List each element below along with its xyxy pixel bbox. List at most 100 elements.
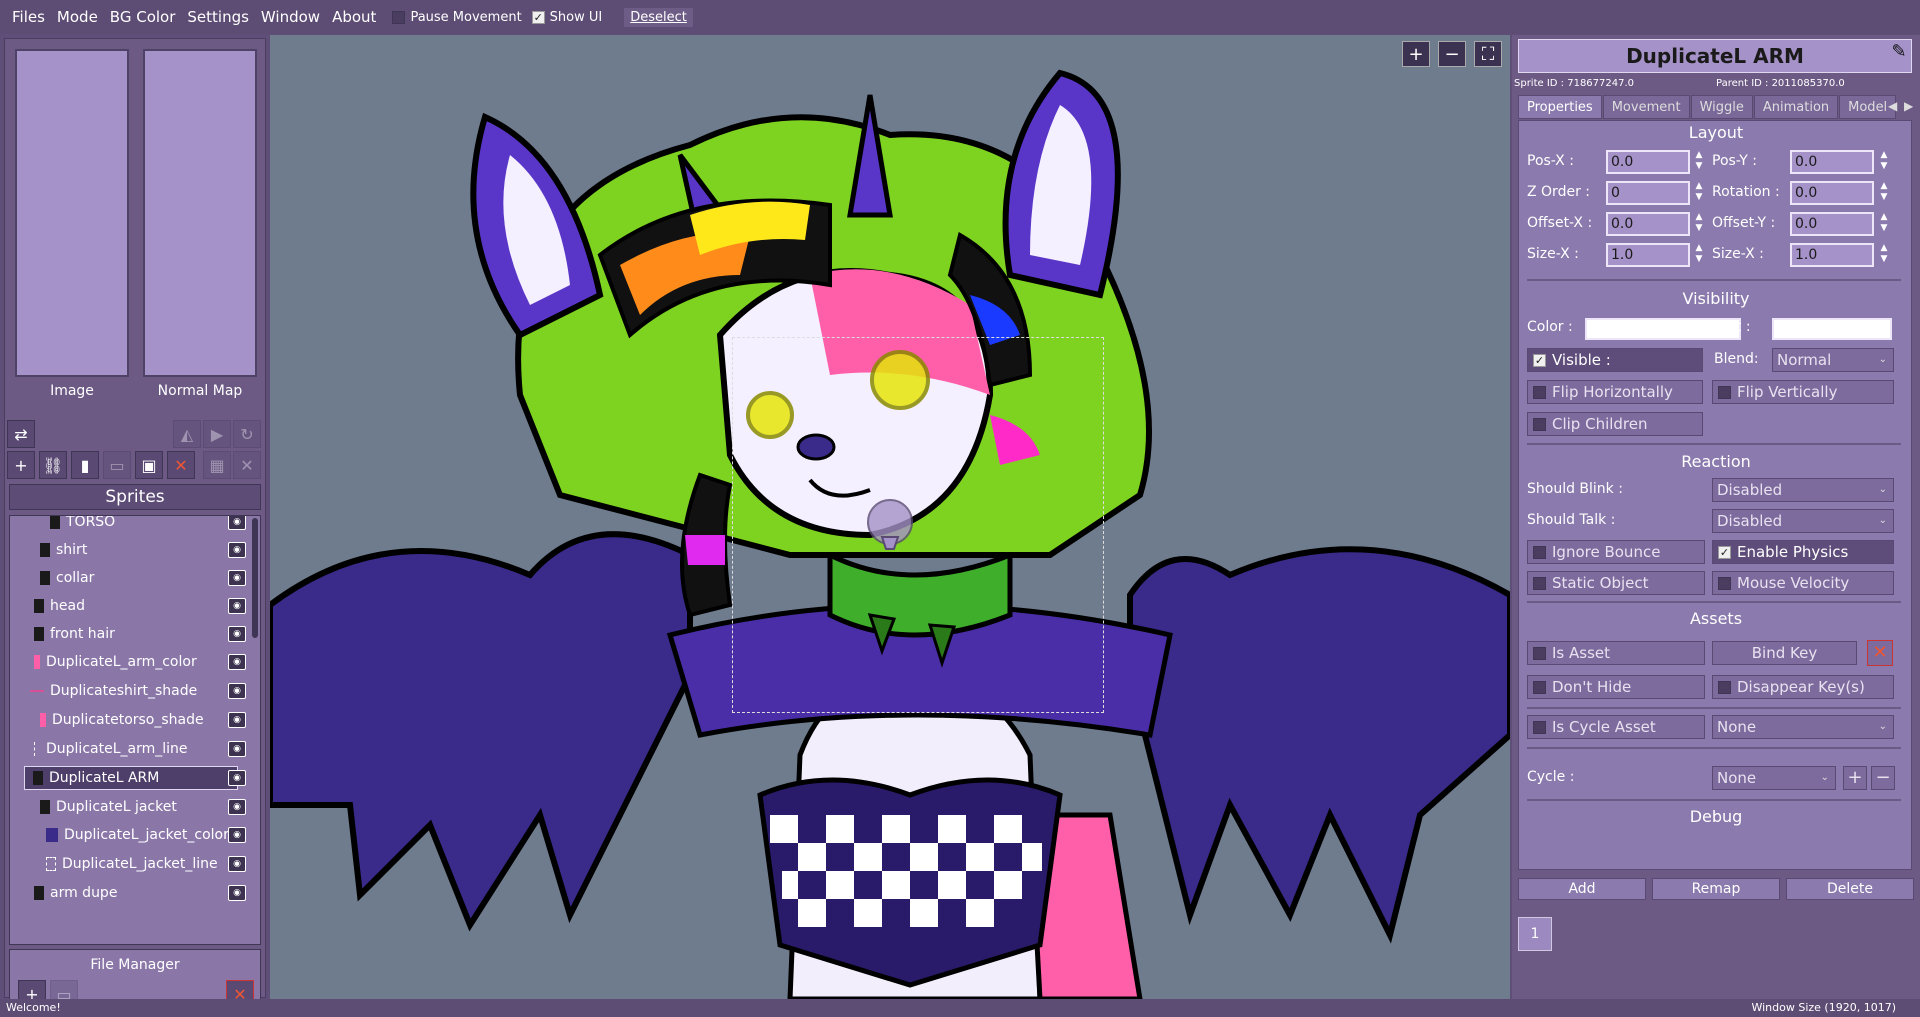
visible-checkbox[interactable]: ✓: [1533, 353, 1546, 367]
flip-horizontally-toggle[interactable]: Flip Horizontally: [1527, 380, 1703, 404]
menu-window[interactable]: Window: [255, 8, 326, 26]
folder-icon[interactable]: ▭: [103, 451, 131, 479]
clip-children-checkbox[interactable]: [1533, 417, 1546, 431]
cycle-dropdown[interactable]: None ⌄: [1712, 766, 1836, 790]
static-object-checkbox[interactable]: [1533, 576, 1546, 590]
visibility-icon[interactable]: ◉: [228, 827, 246, 843]
size-x2-spinner-icon[interactable]: ▲ ▼: [1879, 243, 1889, 267]
menu-bg-color[interactable]: BG Color: [104, 8, 182, 26]
pause-movement-checkbox[interactable]: [392, 10, 406, 24]
visibility-icon[interactable]: ◉: [228, 542, 246, 558]
size-x2-input[interactable]: 1.0: [1790, 243, 1874, 267]
add-button[interactable]: Add: [1518, 878, 1646, 900]
is-asset-checkbox[interactable]: [1533, 646, 1546, 660]
menu-mode[interactable]: Mode: [51, 8, 104, 26]
ignore-bounce-checkbox[interactable]: [1533, 545, 1546, 559]
blend-dropdown[interactable]: Normal ⌄: [1772, 348, 1894, 372]
sprite-row-collar[interactable]: collar: [40, 566, 94, 590]
image-preview[interactable]: [15, 49, 129, 377]
fit-view-icon[interactable]: ⛶: [1474, 41, 1502, 67]
mouse-velocity-checkbox[interactable]: [1718, 576, 1731, 590]
sprite-row-torso[interactable]: TORSO: [50, 516, 115, 534]
show-ui-checkbox[interactable]: ✓: [531, 10, 545, 24]
sprite-row-jacket-line[interactable]: DuplicateL_jacket_line: [46, 852, 218, 876]
enable-physics-toggle[interactable]: ✓ Enable Physics: [1712, 540, 1894, 564]
offset-x-input[interactable]: 0.0: [1606, 212, 1690, 236]
zoom-out-icon[interactable]: −: [1438, 41, 1466, 67]
pause-movement-toggle[interactable]: Pause Movement: [392, 10, 522, 25]
pos-x-spinner-icon[interactable]: ▲ ▼: [1694, 150, 1704, 174]
tab-wiggle[interactable]: Wiggle: [1690, 95, 1753, 119]
visibility-icon[interactable]: ◉: [228, 741, 246, 757]
delete-button[interactable]: Delete: [1786, 878, 1914, 900]
edit-name-pencil-icon[interactable]: ✎: [1888, 41, 1910, 63]
tab-prev-icon[interactable]: ◀: [1888, 99, 1897, 113]
ignore-bounce-toggle[interactable]: Ignore Bounce: [1527, 540, 1705, 564]
rotation-input[interactable]: 0.0: [1790, 181, 1874, 205]
pos-x-input[interactable]: 0.0: [1606, 150, 1690, 174]
tab-properties[interactable]: Properties: [1518, 95, 1602, 119]
delete-sprite-icon[interactable]: ✕: [167, 451, 195, 479]
should-blink-dropdown[interactable]: Disabled ⌄: [1712, 478, 1894, 502]
disappear-keys-checkbox[interactable]: [1718, 680, 1731, 694]
sprite-list[interactable]: TORSO shirt collar head front hair Dupli…: [9, 515, 261, 945]
size-x-spinner-icon[interactable]: ▲ ▼: [1694, 243, 1704, 267]
mouse-velocity-toggle[interactable]: Mouse Velocity: [1712, 571, 1894, 595]
pos-y-input[interactable]: 0.0: [1790, 150, 1874, 174]
flip-vertically-checkbox[interactable]: [1718, 385, 1731, 399]
dont-hide-checkbox[interactable]: [1533, 680, 1546, 694]
visibility-icon[interactable]: ◉: [228, 570, 246, 586]
visibility-icon[interactable]: ◉: [228, 683, 246, 699]
is-cycle-asset-checkbox[interactable]: [1533, 720, 1546, 734]
sprite-row-arm-color[interactable]: DuplicateL_arm_color: [34, 650, 197, 674]
static-object-toggle[interactable]: Static Object: [1527, 571, 1705, 595]
link-icon[interactable]: ⇄: [7, 420, 35, 448]
sprite-row-shirt[interactable]: shirt: [40, 538, 87, 562]
remap-button[interactable]: Remap: [1652, 878, 1780, 900]
dont-hide-toggle[interactable]: Don't Hide: [1527, 675, 1705, 699]
menu-about[interactable]: About: [326, 8, 382, 26]
sprite-row-arm-dupe[interactable]: arm dupe: [34, 881, 117, 905]
sprite-name-field[interactable]: DuplicateL ARM: [1518, 39, 1912, 73]
z-order-spinner-icon[interactable]: ▲ ▼: [1694, 181, 1704, 205]
show-ui-toggle[interactable]: ✓ Show UI: [531, 10, 602, 25]
copy-icon[interactable]: ▣: [135, 451, 163, 479]
menu-settings[interactable]: Settings: [181, 8, 255, 26]
remove-cycle-icon[interactable]: −: [1871, 766, 1895, 790]
clear-bind-key-icon[interactable]: ✕: [1867, 640, 1893, 666]
visibility-icon[interactable]: ◉: [228, 654, 246, 670]
tab-movement[interactable]: Movement: [1602, 95, 1690, 119]
visibility-icon[interactable]: ◉: [228, 598, 246, 614]
is-cycle-asset-toggle[interactable]: Is Cycle Asset: [1527, 715, 1705, 739]
tab-next-icon[interactable]: ▶: [1904, 99, 1913, 113]
normal-map-preview[interactable]: [143, 49, 257, 377]
visibility-icon[interactable]: ◉: [228, 770, 246, 786]
size-x-input[interactable]: 1.0: [1606, 243, 1690, 267]
flip-vertically-toggle[interactable]: Flip Vertically: [1712, 380, 1894, 404]
menu-files[interactable]: Files: [6, 8, 51, 26]
tab-animation[interactable]: Animation: [1753, 95, 1839, 119]
add-cycle-icon[interactable]: +: [1843, 766, 1867, 790]
visibility-icon[interactable]: ◉: [228, 885, 246, 901]
is-asset-toggle[interactable]: Is Asset: [1527, 641, 1705, 665]
redo-icon[interactable]: ↻: [233, 420, 261, 448]
offset-y-input[interactable]: 0.0: [1790, 212, 1874, 236]
flip-icon[interactable]: ◭: [173, 420, 201, 448]
link-sprite-icon[interactable]: ⛓: [39, 451, 67, 479]
play-icon[interactable]: ▶: [203, 420, 231, 448]
add-sprite-icon[interactable]: +: [7, 451, 35, 479]
sprite-list-scrollbar[interactable]: [252, 518, 258, 638]
offset-y-spinner-icon[interactable]: ▲ ▼: [1879, 212, 1889, 236]
visibility-icon[interactable]: ◉: [228, 712, 246, 728]
grid-icon[interactable]: ▦: [203, 451, 231, 479]
visibility-icon[interactable]: ◉: [228, 516, 246, 530]
sprite-row-front-hair[interactable]: front hair: [34, 622, 115, 646]
sprite-row-shirt-shade[interactable]: Duplicateshirt_shade: [30, 679, 197, 703]
canvas-viewport[interactable]: + − ⛶: [270, 35, 1510, 999]
visibility-icon[interactable]: ◉: [228, 856, 246, 872]
clip-children-toggle[interactable]: Clip Children: [1527, 412, 1703, 436]
enable-physics-checkbox[interactable]: ✓: [1718, 545, 1731, 559]
disappear-keys-toggle[interactable]: Disappear Key(s): [1712, 675, 1894, 699]
visible-toggle[interactable]: ✓ Visible :: [1527, 348, 1703, 372]
zoom-in-icon[interactable]: +: [1402, 41, 1430, 67]
